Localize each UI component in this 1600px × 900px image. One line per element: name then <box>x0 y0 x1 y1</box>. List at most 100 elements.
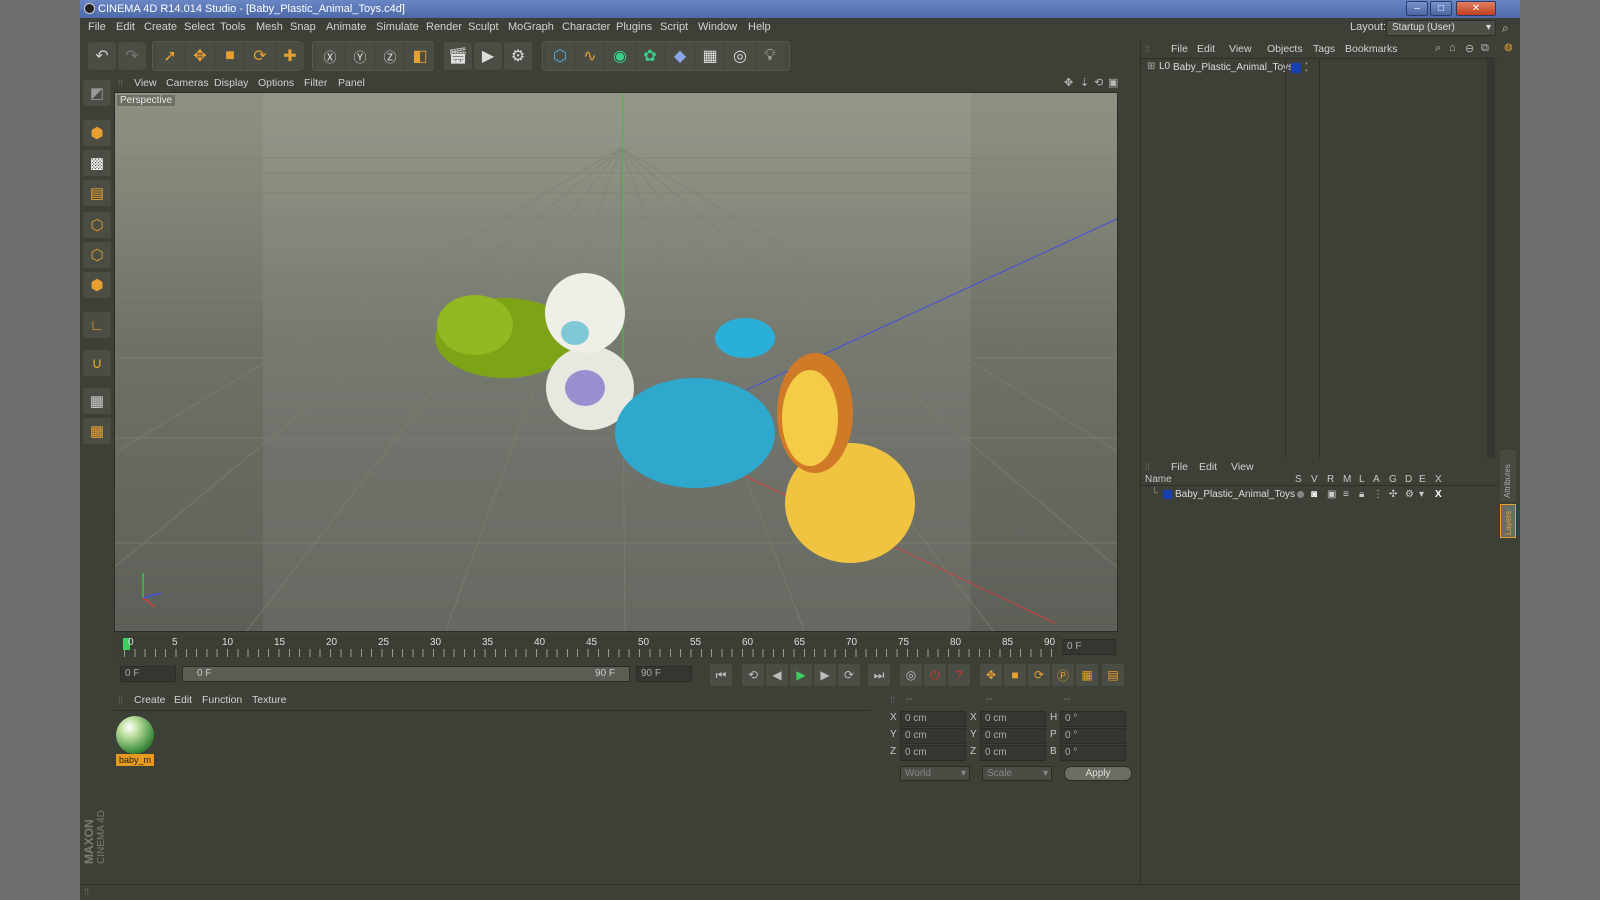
column-deformers[interactable]: D <box>1405 474 1412 485</box>
add-camera-button[interactable]: ◎ <box>726 42 754 70</box>
menu-file[interactable]: File <box>88 21 106 33</box>
column-name[interactable]: Name <box>1145 474 1172 485</box>
add-deformer-button[interactable]: ◆ <box>666 42 694 70</box>
viewport-maximize-icon[interactable]: ▣ <box>1108 76 1118 89</box>
layer-menu-file[interactable]: File <box>1171 461 1188 473</box>
visibility-dots-icon[interactable]: • • <box>1305 60 1308 75</box>
generator-icon[interactable]: ✣ <box>1389 489 1397 500</box>
render-picture-viewer-button[interactable]: ▶ <box>474 42 502 70</box>
add-cube-button[interactable]: ⬡ <box>546 42 574 70</box>
points-mode-button[interactable]: ⬡ <box>83 212 111 238</box>
menu-window[interactable]: Window <box>698 21 737 33</box>
menu-script[interactable]: Script <box>660 21 688 33</box>
layer-color-tag[interactable] <box>1291 63 1301 73</box>
close-button[interactable]: ✕ <box>1456 1 1496 16</box>
locked-workplane-button[interactable]: ▦ <box>83 418 111 444</box>
menu-mesh[interactable]: Mesh <box>256 21 283 33</box>
viewport-menu-panel[interactable]: Panel <box>338 77 365 89</box>
object-menu-bookmarks[interactable]: Bookmarks <box>1345 43 1398 55</box>
start-frame-field[interactable]: 0 F <box>120 666 176 682</box>
workplane-button[interactable]: ▦ <box>83 388 111 414</box>
edges-mode-button[interactable]: ⬡ <box>83 242 111 268</box>
manager-icon[interactable]: ≡ <box>1343 489 1349 500</box>
undo-button[interactable]: ↶ <box>88 42 116 70</box>
attributes-tab[interactable]: Attributes <box>1500 450 1516 502</box>
material-menu-edit[interactable]: Edit <box>174 694 192 706</box>
render-view-button[interactable]: 🎬︎ <box>444 42 472 70</box>
play-button[interactable]: ▶ <box>790 664 812 686</box>
next-frame-button[interactable]: ▶ <box>814 664 836 686</box>
z-axis-lock-button[interactable]: Ⓩ <box>376 42 404 70</box>
timeline-button[interactable]: ▤ <box>1102 664 1124 686</box>
rotation-b-field[interactable]: 0 ° <box>1060 745 1126 761</box>
size-y-field[interactable]: 0 cm <box>980 728 1046 744</box>
column-expressions[interactable]: E <box>1419 474 1426 485</box>
panel-pin-icon[interactable]: ◍ <box>1504 42 1513 53</box>
column-locked[interactable]: L <box>1359 474 1365 485</box>
y-axis-lock-button[interactable]: Ⓨ <box>346 42 374 70</box>
whale-toy[interactable] <box>615 378 775 488</box>
viewport-zoom-icon[interactable]: ⇣ <box>1080 76 1089 89</box>
menu-simulate[interactable]: Simulate <box>376 21 419 33</box>
new-window-icon[interactable]: ⧉ <box>1481 42 1489 55</box>
texture-mode-button[interactable]: ▩ <box>83 150 111 176</box>
material-menu-texture[interactable]: Texture <box>252 694 286 706</box>
layer-row[interactable]: └ Baby_Plastic_Animal_Toys ◙ ▣ ≡ 🔒︎ ⋮ ✣ … <box>1141 488 1487 502</box>
viewport-menu-view[interactable]: View <box>134 77 157 89</box>
viewport-menu-display[interactable]: Display <box>214 77 248 89</box>
xref-icon[interactable]: X <box>1435 489 1442 500</box>
previous-key-button[interactable]: ⟲ <box>742 664 764 686</box>
object-menu-tags[interactable]: Tags <box>1313 43 1335 55</box>
rotate-tool-button[interactable]: ⟳ <box>246 42 274 70</box>
position-y-field[interactable]: 0 cm <box>900 728 966 744</box>
live-selection-button[interactable]: ➚ <box>156 42 184 70</box>
menu-select[interactable]: Select <box>184 21 215 33</box>
menu-mograph[interactable]: MoGraph <box>508 21 554 33</box>
render-settings-button[interactable]: ⚙ <box>504 42 532 70</box>
workplane-mode-button[interactable]: ▤ <box>83 180 111 206</box>
coordinate-mode-select[interactable]: World ▾ <box>900 766 970 781</box>
position-z-field[interactable]: 0 cm <box>900 745 966 761</box>
rotation-key-button[interactable]: ⟳ <box>1028 664 1050 686</box>
size-mode-select[interactable]: Scale ▾ <box>982 766 1052 781</box>
expand-icon[interactable]: ⊞ <box>1147 61 1155 72</box>
menu-snap[interactable]: Snap <box>290 21 316 33</box>
maximize-button[interactable]: □ <box>1430 1 1452 16</box>
next-key-button[interactable]: ⟳ <box>838 664 860 686</box>
viewport-menu-options[interactable]: Options <box>258 77 294 89</box>
point-level-key-button[interactable]: ▦ <box>1076 664 1098 686</box>
object-menu-file[interactable]: File <box>1171 43 1188 55</box>
keyframe-selection-button[interactable]: ? <box>948 664 970 686</box>
viewport-menu-filter[interactable]: Filter <box>304 77 327 89</box>
end-frame-field[interactable]: 90 F <box>636 666 692 682</box>
column-solo[interactable]: S <box>1295 474 1302 485</box>
autokeying-button[interactable]: ⏻ <box>924 664 946 686</box>
apply-button[interactable]: Apply <box>1064 766 1132 781</box>
axis-mode-button[interactable]: ∟ <box>83 312 111 338</box>
scale-tool-button[interactable]: ■ <box>216 42 244 70</box>
rotation-h-field[interactable]: 0 ° <box>1060 711 1126 727</box>
lock-icon[interactable]: 🔒︎ <box>1359 489 1364 500</box>
go-to-end-button[interactable]: ⏭ <box>868 664 890 686</box>
search-icon[interactable]: ⌕ <box>1502 21 1509 36</box>
column-manager[interactable]: M <box>1343 474 1351 485</box>
object-scrollbar[interactable] <box>1487 60 1495 458</box>
object-menu-edit[interactable]: Edit <box>1197 43 1215 55</box>
size-z-field[interactable]: 0 cm <box>980 745 1046 761</box>
layer-menu-view[interactable]: View <box>1231 461 1254 473</box>
menu-plugins[interactable]: Plugins <box>616 21 652 33</box>
eye-icon[interactable]: ◙ <box>1311 489 1317 500</box>
x-axis-lock-button[interactable]: Ⓧ <box>316 42 344 70</box>
3d-viewport[interactable]: Perspective <box>114 92 1118 632</box>
layer-menu-edit[interactable]: Edit <box>1199 461 1217 473</box>
menu-edit[interactable]: Edit <box>116 21 135 33</box>
menu-help[interactable]: Help <box>748 21 771 33</box>
timeline-ruler[interactable]: 0 5 10 15 20 25 30 35 40 45 50 55 60 65 … <box>114 636 1124 660</box>
link-icon[interactable]: ⊖ <box>1465 42 1474 55</box>
expression-icon[interactable]: ▾ <box>1419 489 1424 500</box>
viewport-rotate-icon[interactable]: ⟲ <box>1094 76 1103 89</box>
animation-icon[interactable]: ⋮ <box>1373 489 1383 500</box>
object-menu-view[interactable]: View <box>1229 43 1252 55</box>
coordinate-system-button[interactable]: ◧ <box>406 42 434 70</box>
add-spline-button[interactable]: ∿ <box>576 42 604 70</box>
